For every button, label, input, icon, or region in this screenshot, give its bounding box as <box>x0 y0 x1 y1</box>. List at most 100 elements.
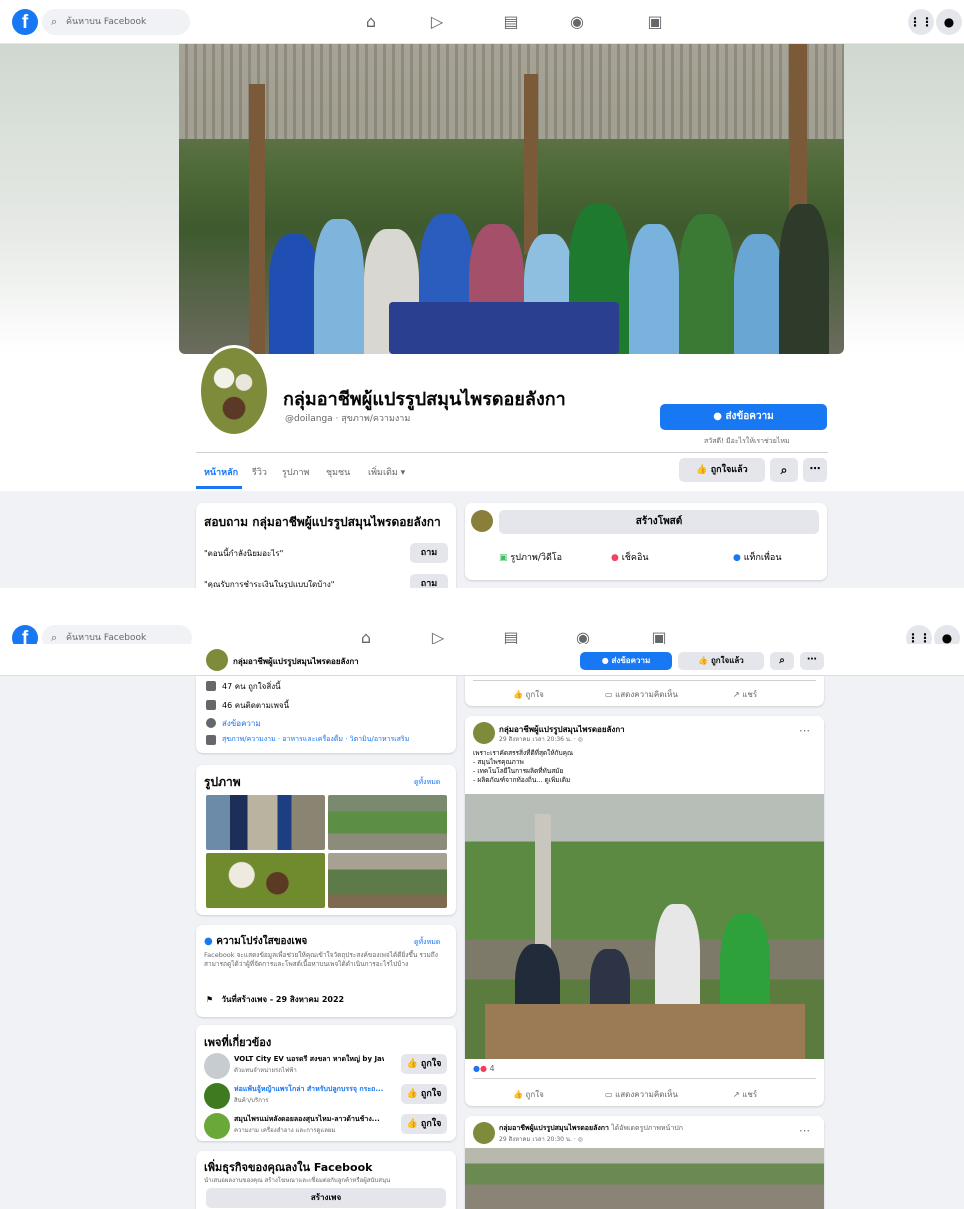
photo-thumbnail[interactable] <box>206 795 325 850</box>
post-author-avatar[interactable] <box>473 722 495 744</box>
more-options-button[interactable]: ⋯ <box>803 458 827 482</box>
post-image[interactable] <box>465 794 824 1059</box>
search-page-button[interactable]: ⌕ <box>770 458 798 482</box>
like-action[interactable]: 👍 ถูกใจ <box>513 1088 544 1101</box>
post-author-avatar[interactable] <box>473 1122 495 1144</box>
menu-grid-icon[interactable]: ⋮⋮ <box>908 9 934 35</box>
related-pages-card: เพจที่เกี่ยวข้อง VOLT City EV นอรดรี สงข… <box>196 1025 456 1141</box>
tab-photos[interactable]: รูปภาพ <box>282 465 309 479</box>
tag-friends-button[interactable]: ● แท็กเพื่อน <box>733 550 781 564</box>
messenger-icon <box>206 718 216 728</box>
followers-icon <box>206 700 216 710</box>
category-icon <box>206 735 216 745</box>
create-post-button[interactable]: สร้างโพสต์ <box>499 510 819 534</box>
transparency-see-all-link[interactable]: ดูทั้งหมด <box>414 937 440 948</box>
transparency-title-row: ● ความโปร่งใสของเพจ <box>204 936 308 947</box>
checkin-button[interactable]: ● เช็คอิน <box>611 550 649 564</box>
top-navigation-bar: f ⌕ ค้นหาบน Facebook ⌂ ▷ ▤ ◉ ▣ ⋮⋮ ● <box>0 0 964 44</box>
tab-more[interactable]: เพิ่มเติม ▾ <box>368 465 405 479</box>
related-page-category: สินค้า/บริการ <box>234 1097 269 1104</box>
facebook-logo-icon[interactable]: f <box>12 9 38 35</box>
page-categories[interactable]: สุขภาพ/ความงาม · อาหารและเครื่องดื่ม · ว… <box>222 734 409 745</box>
cover-photo[interactable] <box>179 44 844 354</box>
thumbs-up-icon: 👍 <box>513 690 523 699</box>
related-page-name[interactable]: ห่อแพ้นจู้หญ้าแพรโกล่า สำหรับปลูกบรรจุ ก… <box>234 1084 384 1095</box>
home-icon[interactable]: ⌂ <box>360 11 382 33</box>
info-icon: ● <box>204 936 213 947</box>
photo-video-button[interactable]: ▣ รูปภาพ/วิดีโอ <box>499 550 562 564</box>
share-action[interactable]: ↗ แชร์ <box>733 1088 757 1101</box>
sticky-avatar[interactable] <box>206 649 228 671</box>
sticky-search-button[interactable]: ⌕ <box>770 652 794 670</box>
related-page-avatar[interactable] <box>204 1083 230 1109</box>
likes-count: 47 คน ถูกใจสิ่งนี้ <box>222 682 281 691</box>
photos-see-all-link[interactable]: ดูทั้งหมด <box>414 777 440 788</box>
post-more-icon[interactable]: ⋯ <box>799 724 810 737</box>
post-author-name[interactable]: กลุ่มอาชีพผู้แปรรูปสมุนไพรดอยลังกา <box>499 1124 609 1132</box>
comment-action[interactable]: ▭ แสดงความคิดเห็น <box>605 1088 678 1101</box>
search-input[interactable]: ⌕ ค้นหาบน Facebook <box>42 9 190 35</box>
ask-question: "ตอนนี้กำลังนิยมอะไร" <box>204 549 284 558</box>
sticky-send-message-button[interactable]: ● ส่งข้อความ <box>580 652 672 670</box>
add-business-body: นำเสนอผลงานของคุณ สร้างโฆษณาและเชื่อมต่อ… <box>204 1177 391 1184</box>
image-table <box>485 1004 805 1059</box>
post-actions-bar: 👍 ถูกใจ ▭ แสดงความคิดเห็น ↗ แชร์ <box>465 676 824 706</box>
composer-avatar <box>471 510 493 532</box>
related-page-name[interactable]: VOLT City EV นอรดรี สงขลา หาดใหญ่ by Jaw… <box>234 1054 384 1065</box>
sticky-liked-button[interactable]: 👍 ถูกใจแล้ว <box>678 652 764 670</box>
post-timestamp[interactable]: 29 สิงหาคม เวลา 20:36 น. · ◎ <box>499 734 583 744</box>
about-send-message-link[interactable]: ส่งข้อความ <box>222 717 261 730</box>
love-reaction-icon: ● <box>479 1064 487 1073</box>
sticky-page-name: กลุ่มอาชีพผู้แปรรูปสมุนไพรดอยลังกา <box>233 657 359 666</box>
search-icon: ⌕ <box>51 15 58 28</box>
search-placeholder: ค้นหาบน Facebook <box>66 633 147 643</box>
marketplace-icon[interactable]: ▤ <box>500 11 522 33</box>
watch-icon[interactable]: ▷ <box>426 11 448 33</box>
related-like-button[interactable]: 👍 ถูกใจ <box>401 1084 447 1104</box>
sticky-more-button[interactable]: ⋯ <box>800 652 824 670</box>
gaming-icon[interactable]: ▣ <box>644 11 666 33</box>
share-action[interactable]: ↗ แชร์ <box>733 688 757 701</box>
post-author-line: กลุ่มอาชีพผู้แปรรูปสมุนไพรดอยลังกา ได้อั… <box>499 1123 683 1134</box>
about-card: 47 คน ถูกใจสิ่งนี้ 46 คนติดตามเพจนี้ ส่ง… <box>196 676 456 753</box>
page-avatar[interactable] <box>198 345 270 437</box>
related-like-button[interactable]: 👍 ถูกใจ <box>401 1114 447 1134</box>
tab-reviews[interactable]: รีวิว <box>252 465 267 479</box>
related-like-button[interactable]: 👍 ถูกใจ <box>401 1054 447 1074</box>
divider <box>196 452 828 453</box>
send-message-button[interactable]: ● ส่งข้อความ <box>660 404 827 430</box>
photos-card: รูปภาพ ดูทั้งหมด <box>196 765 456 915</box>
photo-thumbnail[interactable] <box>206 853 325 908</box>
location-pin-icon: ● <box>611 553 619 563</box>
post-text-line[interactable]: - ผลิตภัณฑ์จากท้องถิ่น... ดูเพิ่มเติม <box>473 775 570 785</box>
comment-action[interactable]: ▭ แสดงความคิดเห็น <box>605 688 678 701</box>
related-page-avatar[interactable] <box>204 1113 230 1139</box>
add-business-title: เพิ่มธุรกิจของคุณลงใน Facebook <box>204 1161 373 1174</box>
cover-update-image[interactable] <box>465 1148 824 1209</box>
thumbs-up-icon: 👍 <box>513 1090 523 1099</box>
globe-icon: ◎ <box>577 1136 583 1143</box>
messenger-icon: ● <box>601 656 609 665</box>
post-timestamp[interactable]: 29 สิงหาคม เวลา 20:30 น. · ◎ <box>499 1134 583 1144</box>
liked-button[interactable]: 👍 ถูกใจแล้ว <box>679 458 765 482</box>
related-page-avatar[interactable] <box>204 1053 230 1079</box>
messenger-icon[interactable]: ● <box>936 9 962 35</box>
ask-button[interactable]: ถาม <box>410 543 448 563</box>
divider <box>473 680 816 681</box>
thumbs-up-icon: 👍 <box>698 656 709 665</box>
add-business-card: เพิ่มธุรกิจของคุณลงใน Facebook นำเสนอผลง… <box>196 1151 456 1209</box>
photo-thumbnail[interactable] <box>328 795 447 850</box>
photo-thumbnail[interactable] <box>328 853 447 908</box>
search-placeholder: ค้นหาบน Facebook <box>66 17 147 27</box>
tab-home[interactable]: หน้าหลัก <box>204 465 238 479</box>
like-action[interactable]: 👍 ถูกใจ <box>513 688 544 701</box>
thumbs-up-icon: 👍 <box>406 1059 418 1069</box>
create-page-button[interactable]: สร้างเพจ <box>206 1188 446 1208</box>
comment-icon: ▭ <box>605 1090 613 1099</box>
tab-community[interactable]: ชุมชน <box>326 465 350 479</box>
post-more-icon[interactable]: ⋯ <box>799 1124 810 1137</box>
groups-icon[interactable]: ◉ <box>566 11 588 33</box>
post-reactions[interactable]: ●● 4 <box>473 1064 495 1073</box>
related-page-category: ความงาม เครื่องสำอาง และการดูแลผม <box>234 1127 336 1134</box>
related-page-name[interactable]: สมุนไพรแม่หลังดอยลองสุนรไหม-ลาวด้านช้าง.… <box>234 1114 384 1125</box>
